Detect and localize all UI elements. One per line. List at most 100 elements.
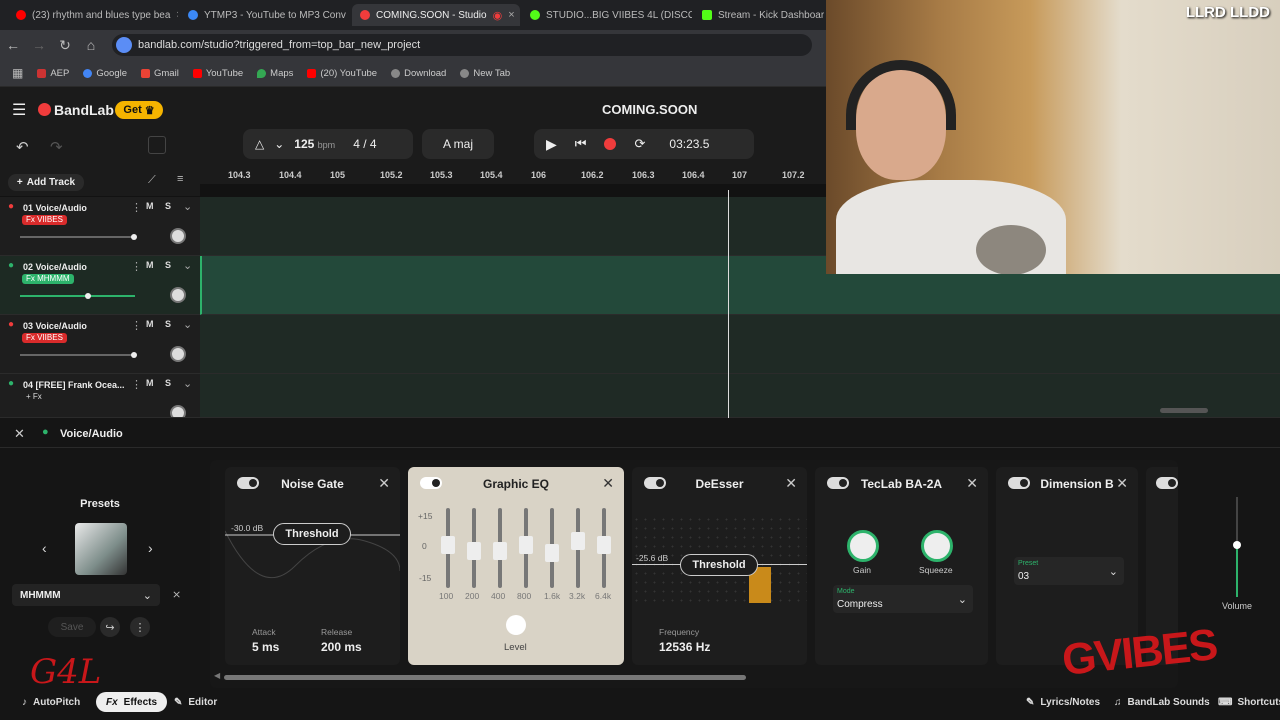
eq-fader-handle[interactable] [467,542,481,560]
autopitch-button[interactable]: ♪ AutoPitch [22,692,80,712]
pan-knob[interactable] [170,346,186,362]
scroll-left-icon[interactable]: ◀ [214,671,220,680]
close-icon[interactable]: × [508,9,514,21]
mute-button[interactable]: M [146,201,154,211]
eq-fader-handle[interactable] [441,536,455,554]
track-fx-badge[interactable]: Fx VIIBES [22,215,67,225]
eq-fader-handle[interactable] [545,544,559,562]
timeline-ruler[interactable]: 104.3 104.4 105 105.2 105.3 105.4 106 10… [200,168,830,184]
mute-button[interactable]: M [146,319,154,329]
solo-button[interactable]: S [165,260,171,270]
skip-back-icon[interactable]: ⏮ [575,136,587,152]
track-name[interactable]: 03 Voice/Audio [23,321,87,331]
save-preset-button[interactable]: Save [48,617,96,637]
chevron-down-icon[interactable]: ⌄ [183,200,192,213]
browser-tab-4[interactable]: STUDIO...BIG VIIBES 4L (DISCO × [522,4,692,26]
playhead[interactable] [728,190,729,418]
more-icon[interactable]: ⋮ [131,260,142,273]
track-fx-badge[interactable]: Fx MHMMM [22,274,74,284]
more-icon[interactable]: ⋮ [131,201,142,214]
solo-button[interactable]: S [165,378,171,388]
bookmark-aep[interactable]: AEP [37,68,69,79]
track-lane-3[interactable] [200,315,1280,374]
solo-button[interactable]: S [165,201,171,211]
more-icon[interactable]: ⋮ [131,378,142,391]
pan-knob[interactable] [170,228,186,244]
eq-fader[interactable] [597,508,611,588]
record-icon[interactable] [604,138,617,150]
effects-tab[interactable]: Fx Effects [96,692,168,712]
unlink-icon[interactable]: ⨯ [172,588,181,601]
attack-value[interactable]: 5 ms [252,640,279,654]
close-icon[interactable]: ✕ [966,475,978,492]
redo-icon[interactable]: ↷ [50,138,63,156]
close-icon[interactable]: ✕ [785,475,797,492]
menu-icon[interactable]: ☰ [12,100,26,120]
get-membership-button[interactable]: Get ♛ [115,101,163,119]
rack-scrollbar[interactable] [224,675,746,680]
share-icon[interactable]: ↪ [100,617,120,637]
track-name[interactable]: 04 [FREE] Frank Ocea... [23,380,125,390]
volume-slider[interactable] [20,352,137,358]
home-icon[interactable]: ⌂ [78,37,104,53]
bookmark-gmail[interactable]: Gmail [141,68,179,79]
preset-select[interactable]: MHMMM ⌄ [12,584,160,606]
bookmark-maps[interactable]: Maps [257,68,293,79]
mute-button[interactable]: M [146,378,154,388]
pan-knob[interactable] [170,287,186,303]
volume-handle[interactable] [85,293,91,299]
track-name[interactable]: 02 Voice/Audio [23,262,87,272]
chevron-left-icon[interactable]: ‹ [42,540,47,556]
bookmark-google[interactable]: Google [83,68,127,79]
chevron-down-icon[interactable]: ⌄ [183,318,192,331]
chevron-down-icon[interactable]: ⌄ [183,377,192,390]
eq-fader[interactable] [441,508,455,588]
key-selector[interactable]: A maj [422,129,494,159]
frequency-value[interactable]: 12536 Hz [659,640,710,654]
threshold-control[interactable]: Threshold [680,554,758,576]
bookmark-new-tab[interactable]: New Tab [460,68,510,79]
browser-tab-1[interactable]: (23) rhythm and blues type bea × [8,4,178,26]
gain-knob[interactable] [847,530,879,562]
chevron-down-icon[interactable]: ⌄ [183,259,192,272]
preset-thumbnail[interactable] [75,523,127,575]
shortcuts-button[interactable]: ⌨ Shortcuts [1218,692,1280,712]
back-icon[interactable]: ← [0,37,26,53]
lyrics-notes-button[interactable]: ✎ Lyrics/Notes [1026,692,1100,712]
url-field[interactable]: bandlab.com/studio?triggered_from=top_ba… [112,34,812,56]
tuner-icon[interactable]: ⟋ [148,174,156,187]
eq-fader-handle[interactable] [519,536,533,554]
metronome-icon[interactable]: △ [255,137,264,151]
output-volume-slider[interactable] [1233,497,1241,597]
eq-fader[interactable] [571,508,585,588]
bookmark-youtube[interactable]: YouTube [192,68,243,79]
chevron-down-icon[interactable]: ⌄ [274,137,284,151]
tempo-value[interactable]: 125 bpm [294,137,335,151]
apps-grid-icon[interactable]: ▦ [12,66,23,80]
browser-tab-5[interactable]: Stream - Kick Dashboard [694,4,824,26]
eq-fader-handle[interactable] [493,542,507,560]
eq-fader[interactable] [493,508,507,588]
volume-handle[interactable] [131,234,137,240]
track-fx-badge[interactable]: Fx VIIBES [22,333,67,343]
more-icon[interactable]: ⋮ [130,617,150,637]
close-icon[interactable]: × [176,9,178,21]
horizontal-scrollbar[interactable] [1160,408,1208,413]
volume-handle[interactable] [1233,541,1241,549]
mute-button[interactable]: M [146,260,154,270]
play-icon[interactable]: ▶ [546,136,557,153]
volume-slider[interactable] [20,234,137,240]
close-icon[interactable]: ✕ [14,426,25,442]
solo-button[interactable]: S [165,319,171,329]
forward-icon[interactable]: → [26,37,52,53]
bookmark-download[interactable]: Download [391,68,446,79]
browser-tab-3[interactable]: COMING.SOON - Studio ◉ × [352,4,520,26]
site-info-icon[interactable] [116,37,132,53]
add-track-button[interactable]: + Add Track [8,174,84,191]
bookmark-youtube-20[interactable]: (20) YouTube [307,68,377,79]
eq-fader-handle[interactable] [597,536,611,554]
pan-knob[interactable] [170,405,186,417]
bandlab-sounds-button[interactable]: ♫ BandLab Sounds [1114,692,1210,712]
loop-region-icon[interactable] [148,136,166,154]
track-name[interactable]: 01 Voice/Audio [23,203,87,213]
